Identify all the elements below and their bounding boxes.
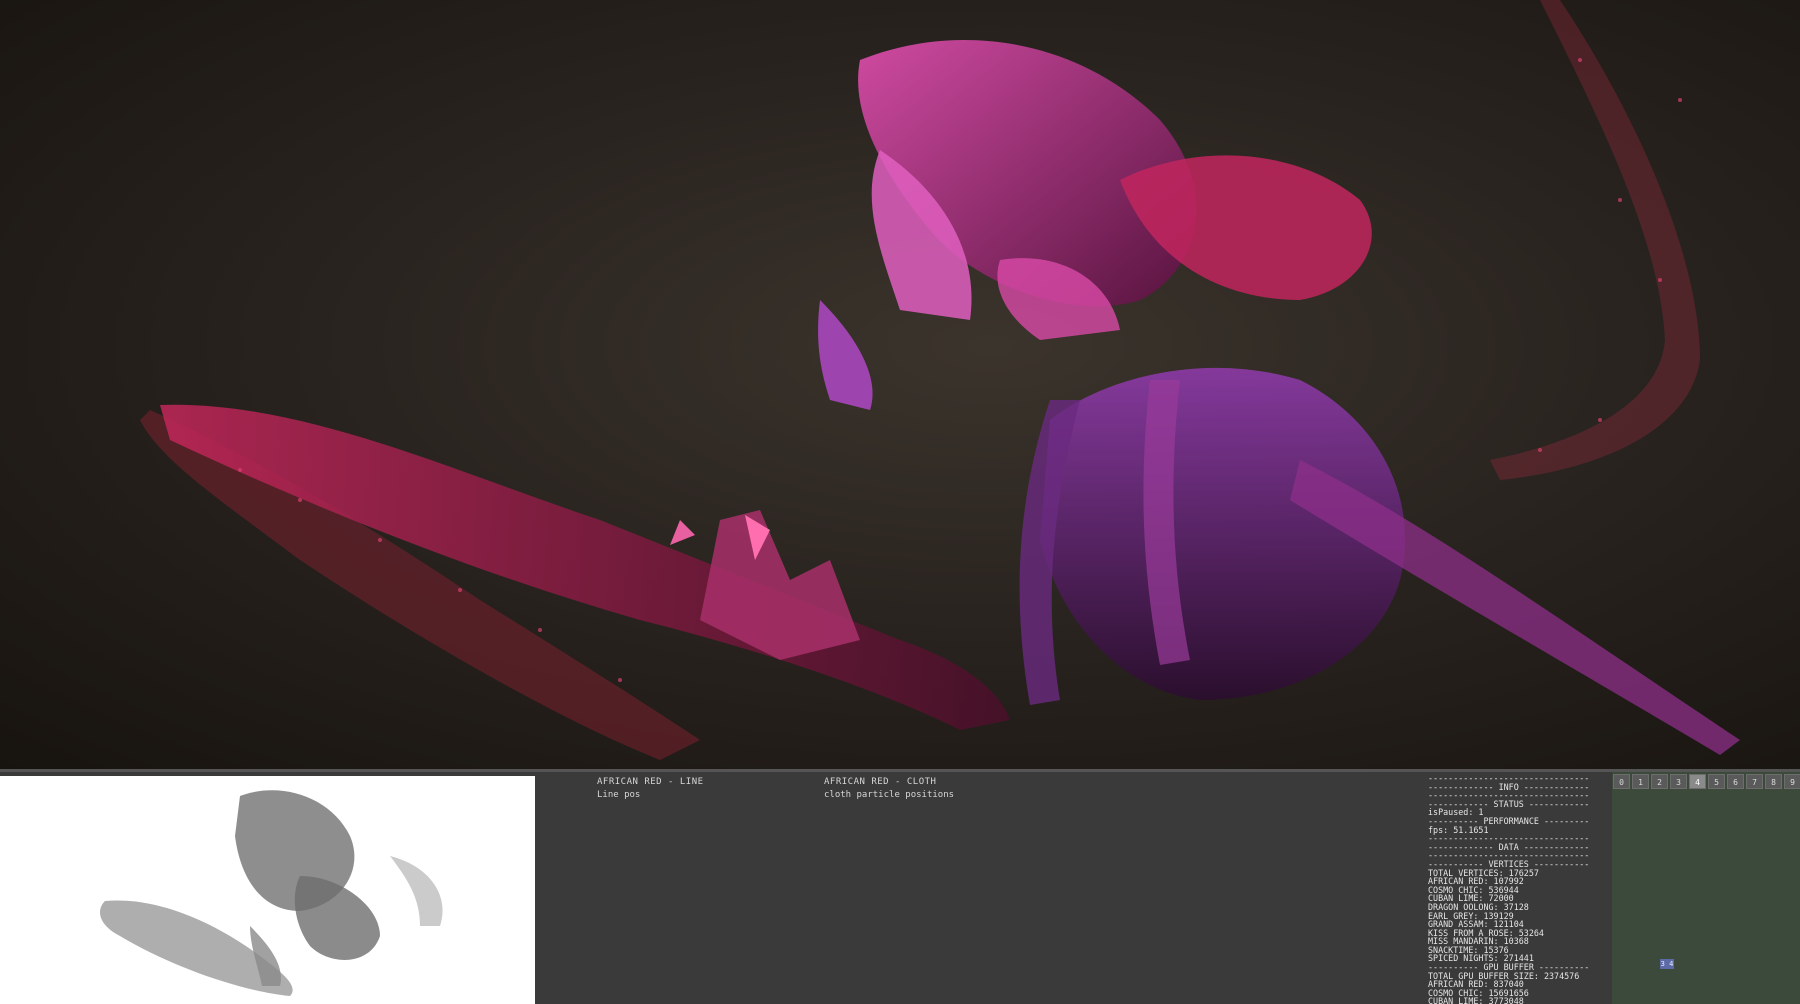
buffer-panel-line: AFRICAN RED - LINE Line pos (597, 776, 704, 802)
layer-panel: 0123456789 3 4 (1612, 772, 1800, 1004)
layer-tabs: 0123456789 (1613, 774, 1800, 789)
buffer-panel-cloth: AFRICAN RED - CLOTH cloth particle posit… (824, 776, 954, 802)
layer-tab-2[interactable]: 2 (1651, 774, 1668, 789)
layer-tab-0[interactable]: 0 (1613, 774, 1630, 789)
cloth-sculpture-render (140, 0, 1740, 760)
buffer-cloth-subtitle: cloth particle positions (824, 790, 955, 800)
buffer-line-subtitle: Line pos (597, 790, 641, 800)
layer-tab-4[interactable]: 4 (1689, 774, 1706, 789)
layer-tab-3[interactable]: 3 (1670, 774, 1687, 789)
render-viewport[interactable] (0, 0, 1800, 769)
layer-tab-8[interactable]: 8 (1765, 774, 1782, 789)
layer-tab-6[interactable]: 6 (1727, 774, 1744, 789)
layer-tab-9[interactable]: 9 (1784, 774, 1800, 789)
layer-tab-5[interactable]: 5 (1708, 774, 1725, 789)
layer-marker[interactable]: 3 4 (1660, 959, 1674, 969)
layer-tab-7[interactable]: 7 (1746, 774, 1763, 789)
info-panel: -------------------------------- --------… (1428, 774, 1592, 1004)
buffer-line-title: AFRICAN RED - LINE (597, 777, 704, 787)
depth-buffer-preview (0, 776, 535, 1004)
info-line: CUBAN LIME: 3773048 (1428, 996, 1524, 1004)
buffer-cloth-title: AFRICAN RED - CLOTH (824, 777, 937, 787)
debug-bottom-bar: AFRICAN RED - LINE Line pos AFRICAN RED … (0, 769, 1800, 1004)
depth-map-render (100, 790, 443, 996)
layer-tab-1[interactable]: 1 (1632, 774, 1649, 789)
